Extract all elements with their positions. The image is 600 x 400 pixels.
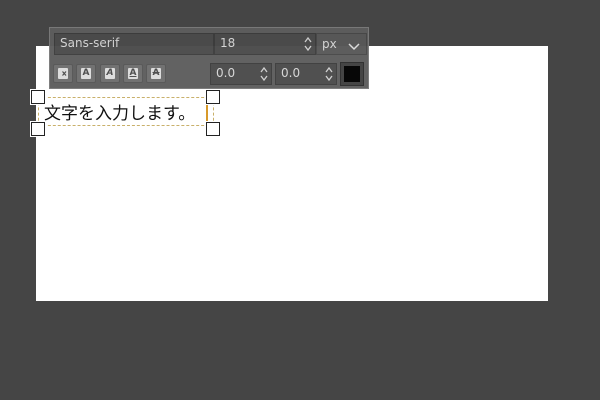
text-style-toolbox: Sans-serif 18 px A A A A 0.0 0.0 (49, 27, 369, 89)
font-size-input[interactable]: 18 (214, 33, 316, 55)
spin-up-icon (260, 66, 268, 73)
font-size-value: 18 (220, 36, 236, 50)
image-workspace: 文字を入力します。 Sans-serif 18 px A A A A 0.0 0… (0, 0, 600, 400)
font-family-input[interactable]: Sans-serif (54, 33, 214, 55)
underline-icon: A (128, 68, 138, 79)
kerning-spinner[interactable] (324, 64, 334, 84)
text-cursor (206, 104, 208, 122)
italic-icon: A (105, 68, 115, 79)
spin-down-icon (260, 75, 268, 82)
text-layer-content[interactable]: 文字を入力します。 (44, 103, 195, 125)
text-color-swatch[interactable] (340, 62, 364, 86)
baseline-offset-input[interactable]: 0.0 (210, 63, 272, 85)
spin-down-icon (325, 75, 333, 82)
eraser-icon (58, 68, 68, 79)
italic-button[interactable]: A (100, 64, 120, 83)
resize-handle-top-right[interactable] (205, 89, 221, 105)
resize-handle-bottom-right[interactable] (205, 121, 221, 137)
unit-value: px (322, 37, 337, 51)
bold-icon: A (81, 68, 91, 79)
bold-button[interactable]: A (76, 64, 96, 83)
underline-button[interactable]: A (123, 64, 143, 83)
kerning-input[interactable]: 0.0 (275, 63, 337, 85)
font-family-value: Sans-serif (60, 36, 120, 50)
spin-down-icon (304, 45, 312, 52)
unit-dropdown[interactable]: px (316, 33, 367, 55)
baseline-offset-spinner[interactable] (259, 64, 269, 84)
baseline-offset-value: 0.0 (216, 66, 236, 80)
spin-up-icon (325, 66, 333, 73)
resize-handle-top-left[interactable] (30, 89, 46, 105)
spin-up-icon (304, 36, 312, 43)
resize-handle-bottom-left[interactable] (30, 121, 46, 137)
font-size-spinner[interactable] (303, 34, 313, 54)
strikethrough-icon: A (151, 68, 161, 79)
strikethrough-button[interactable]: A (146, 64, 166, 83)
clear-style-button[interactable] (53, 64, 73, 83)
text-color-fill (344, 66, 360, 82)
kerning-value: 0.0 (281, 66, 301, 80)
chevron-down-icon (347, 39, 361, 51)
